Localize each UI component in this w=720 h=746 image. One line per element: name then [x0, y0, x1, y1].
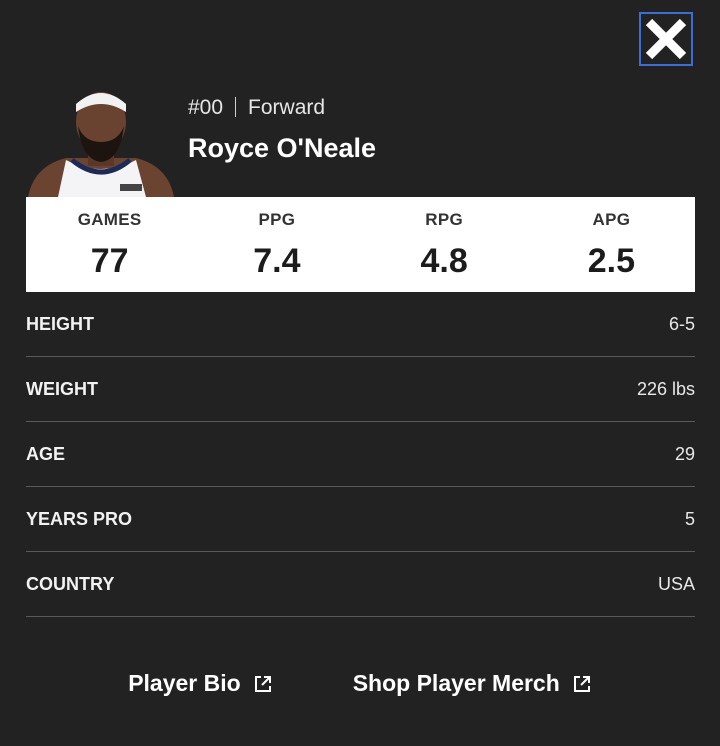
- player-headshot: [26, 80, 176, 197]
- stat-label: PPG: [258, 210, 296, 229]
- stat-label: GAMES: [77, 210, 142, 229]
- player-meta: #00 Forward: [188, 96, 325, 120]
- info-value: 6-5: [668, 313, 695, 334]
- info-value: 5: [684, 508, 695, 529]
- external-link-icon: [573, 675, 590, 692]
- player-info-list: HEIGHT 6-5 WEIGHT 226 lbs AGE 29 YEARS P…: [26, 292, 695, 617]
- info-row-age: AGE 29: [26, 422, 695, 487]
- info-value: 29: [674, 443, 695, 464]
- stat-value: 77: [90, 242, 129, 280]
- player-bio-link[interactable]: Player Bio: [128, 670, 273, 697]
- close-icon: [645, 18, 687, 60]
- info-row-weight: WEIGHT 226 lbs: [26, 357, 695, 422]
- close-button[interactable]: [639, 12, 693, 66]
- info-value: USA: [657, 573, 695, 594]
- stat-games: GAMES 77: [26, 197, 193, 292]
- stat-label: RPG: [425, 210, 463, 229]
- info-row-years-pro: YEARS PRO 5: [26, 487, 695, 552]
- stat-value: 2.5: [587, 242, 635, 280]
- stat-apg: APG 2.5: [528, 197, 695, 292]
- info-label: YEARS PRO: [26, 508, 133, 529]
- stat-value: 7.4: [253, 242, 301, 280]
- meta-divider: [235, 97, 237, 117]
- shop-merch-label: Shop Player Merch: [352, 670, 560, 696]
- player-name: Royce O'Neale: [188, 133, 377, 163]
- info-label: HEIGHT: [26, 313, 95, 334]
- player-links: Player Bio Shop Player Merch: [0, 670, 720, 697]
- external-link-icon: [254, 675, 271, 692]
- info-value: 226 lbs: [636, 378, 695, 399]
- stats-summary: GAMES 77 PPG 7.4 RPG 4.8 APG 2.5: [26, 197, 695, 292]
- info-row-height: HEIGHT 6-5: [26, 292, 695, 357]
- player-bio-label: Player Bio: [128, 670, 241, 696]
- jersey-number: #00: [188, 96, 224, 119]
- info-row-country: COUNTRY USA: [26, 552, 695, 617]
- stat-value: 4.8: [420, 242, 468, 280]
- info-label: AGE: [26, 443, 66, 464]
- stat-ppg: PPG 7.4: [193, 197, 360, 292]
- info-label: WEIGHT: [26, 378, 98, 399]
- stat-label: APG: [592, 210, 631, 229]
- info-label: COUNTRY: [26, 573, 115, 594]
- shop-merch-link[interactable]: Shop Player Merch: [353, 670, 592, 697]
- player-position: Forward: [248, 96, 326, 119]
- stat-rpg: RPG 4.8: [361, 197, 528, 292]
